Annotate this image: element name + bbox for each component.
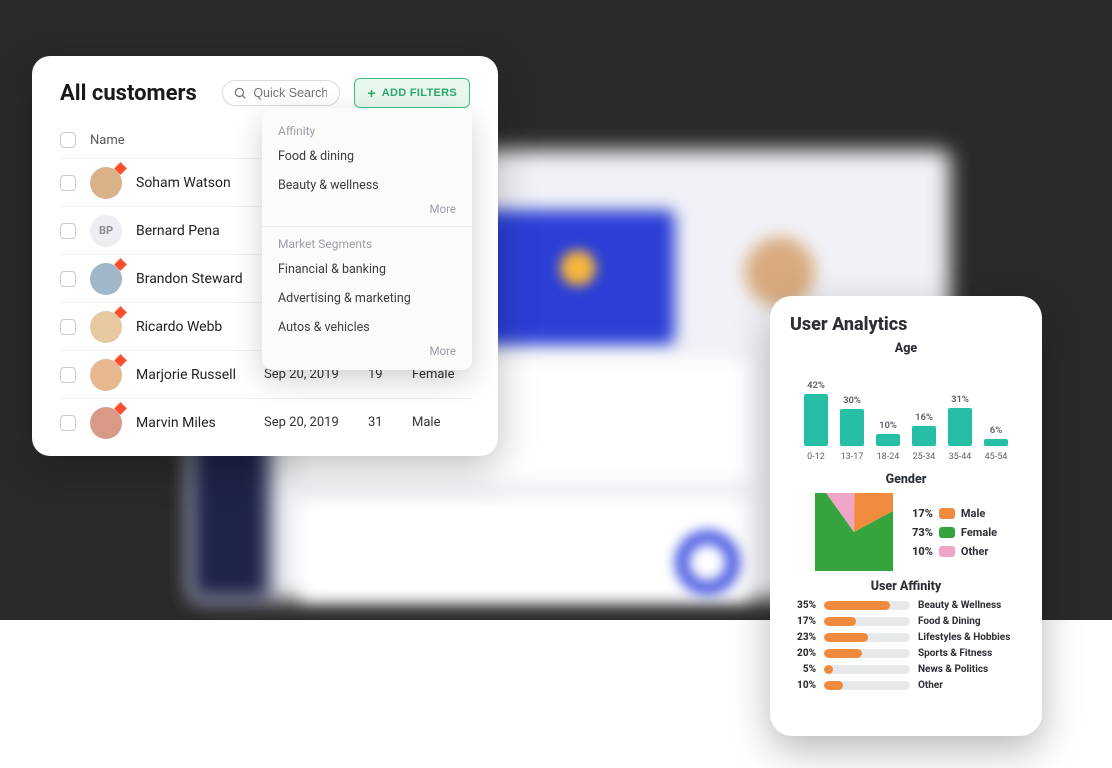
customer-age: 31 bbox=[368, 415, 402, 430]
row-checkbox[interactable] bbox=[60, 175, 76, 191]
legend-swatch bbox=[939, 546, 955, 557]
dropdown-item[interactable]: Advertising & marketing bbox=[262, 284, 472, 313]
select-all-checkbox[interactable] bbox=[60, 132, 76, 148]
affinity-row: 23% Lifestyles & Hobbies bbox=[790, 632, 1022, 643]
age-category: 13-17 bbox=[837, 452, 867, 462]
affinity-bar bbox=[824, 665, 910, 674]
age-bar: 10% bbox=[873, 420, 903, 446]
age-category: 45-54 bbox=[981, 452, 1011, 462]
page-title: All customers bbox=[60, 81, 197, 106]
gender-legend: 17%Male 73%Female 10%Other bbox=[907, 507, 997, 558]
search-input[interactable] bbox=[253, 86, 327, 100]
dropdown-item[interactable]: Food & dining bbox=[262, 142, 472, 171]
dropdown-item[interactable]: Autos & vehicles bbox=[262, 313, 472, 342]
customer-name: Ricardo Webb bbox=[136, 319, 254, 335]
dropdown-more[interactable]: More bbox=[262, 200, 472, 222]
age-category: 35-44 bbox=[945, 452, 975, 462]
affinity-row: 5% News & Politics bbox=[790, 664, 1022, 675]
filters-dropdown: AffinityFood & diningBeauty & wellnessMo… bbox=[262, 108, 472, 370]
dropdown-more[interactable]: More bbox=[262, 342, 472, 364]
affinity-bar bbox=[824, 601, 910, 610]
avatar bbox=[90, 359, 122, 391]
affinity-bar bbox=[824, 649, 910, 658]
badge-icon bbox=[114, 258, 127, 271]
customer-name: Marvin Miles bbox=[136, 415, 254, 431]
gender-chart-title: Gender bbox=[790, 472, 1022, 487]
gender-legend-row: 73%Female bbox=[907, 526, 997, 539]
row-checkbox[interactable] bbox=[60, 319, 76, 335]
badge-icon bbox=[114, 162, 127, 175]
affinity-title: User Affinity bbox=[790, 579, 1022, 594]
age-category: 18-24 bbox=[873, 452, 903, 462]
dropdown-section-title: Affinity bbox=[262, 118, 472, 142]
affinity-bar bbox=[824, 681, 910, 690]
row-checkbox[interactable] bbox=[60, 271, 76, 287]
table-row[interactable]: Marvin Miles Sep 20, 2019 31 Male bbox=[60, 398, 470, 446]
customer-name: Bernard Pena bbox=[136, 223, 254, 239]
age-bar: 42% bbox=[801, 380, 831, 446]
dropdown-item[interactable]: Financial & banking bbox=[262, 255, 472, 284]
row-checkbox[interactable] bbox=[60, 415, 76, 431]
gender-legend-row: 17%Male bbox=[907, 507, 997, 520]
customer-date: Sep 20, 2019 bbox=[264, 415, 358, 430]
add-filters-button[interactable]: + ADD FILTERS bbox=[354, 78, 470, 108]
avatar bbox=[90, 263, 122, 295]
affinity-row: 17% Food & Dining bbox=[790, 616, 1022, 627]
customer-name: Marjorie Russell bbox=[136, 367, 254, 383]
legend-swatch bbox=[939, 508, 955, 519]
row-checkbox[interactable] bbox=[60, 367, 76, 383]
avatar: BP bbox=[90, 215, 122, 247]
badge-icon bbox=[114, 306, 127, 319]
customer-gender: Male bbox=[412, 415, 470, 430]
dropdown-section-title: Market Segments bbox=[262, 231, 472, 255]
row-checkbox[interactable] bbox=[60, 223, 76, 239]
gender-pie bbox=[815, 493, 893, 571]
analytics-title: User Analytics bbox=[790, 314, 1022, 335]
avatar bbox=[90, 311, 122, 343]
badge-icon bbox=[114, 402, 127, 415]
age-category: 25-34 bbox=[909, 452, 939, 462]
badge-icon bbox=[114, 354, 127, 367]
avatar bbox=[90, 407, 122, 439]
age-bar: 6% bbox=[981, 425, 1011, 446]
affinity-bar bbox=[824, 617, 910, 626]
age-category: 0-12 bbox=[801, 452, 831, 462]
plus-icon: + bbox=[367, 86, 375, 100]
analytics-card: User Analytics Age 42%30%10%16%31% 6% 0-1… bbox=[770, 296, 1042, 736]
age-bar: 30% bbox=[837, 395, 867, 446]
age-bar: 31% bbox=[945, 394, 975, 446]
affinity-bar bbox=[824, 633, 910, 642]
dropdown-item[interactable]: Beauty & wellness bbox=[262, 171, 472, 200]
affinity-list: 35% Beauty & Wellness 17% Food & Dining … bbox=[790, 600, 1022, 691]
customer-name: Soham Watson bbox=[136, 175, 254, 191]
column-name: Name bbox=[90, 133, 125, 148]
search-input-wrap[interactable] bbox=[222, 80, 340, 106]
age-chart-title: Age bbox=[790, 341, 1022, 356]
age-chart: 42%30%10%16%31% 6% bbox=[790, 362, 1022, 448]
affinity-row: 20% Sports & Fitness bbox=[790, 648, 1022, 659]
gender-legend-row: 10%Other bbox=[907, 545, 997, 558]
age-chart-categories: 0-12 13-17 18-24 25-34 35-44 45-54 bbox=[790, 448, 1022, 462]
avatar bbox=[90, 167, 122, 199]
add-filters-label: ADD FILTERS bbox=[382, 87, 457, 99]
search-icon bbox=[233, 86, 247, 100]
age-bar: 16% bbox=[909, 412, 939, 446]
affinity-row: 10% Other bbox=[790, 680, 1022, 691]
customer-name: Brandon Steward bbox=[136, 271, 254, 287]
affinity-row: 35% Beauty & Wellness bbox=[790, 600, 1022, 611]
legend-swatch bbox=[939, 527, 955, 538]
